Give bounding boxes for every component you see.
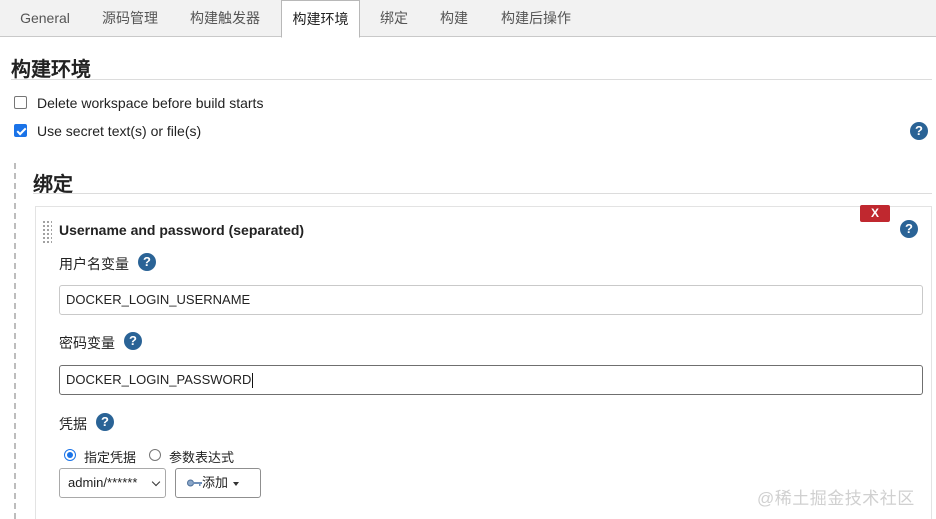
chevron-down-icon (151, 477, 161, 487)
password-variable-label: 密码变量 (59, 335, 115, 351)
use-secret-checkbox[interactable] (14, 124, 27, 137)
delete-workspace-label: Delete workspace before build starts (37, 95, 264, 111)
tab-general[interactable]: General (8, 0, 82, 37)
credential-select[interactable]: admin/****** (59, 468, 166, 498)
key-icon (187, 479, 202, 487)
radio-specific-credentials-label: 指定凭据 (84, 450, 137, 465)
tab-build-environment[interactable]: 构建环境 (281, 0, 360, 38)
help-icon-use-secret[interactable]: ? (910, 122, 928, 140)
tab-build[interactable]: 构建 (427, 0, 481, 37)
help-icon-binding[interactable]: ? (900, 220, 918, 238)
tab-bindings[interactable]: 绑定 (367, 0, 421, 37)
add-credential-button[interactable]: 添加 (175, 468, 261, 498)
watermark: @稀土掘金技术社区 (757, 489, 915, 508)
binding-item-title: Username and password (separated) (59, 222, 305, 238)
credential-select-value: admin/****** (68, 475, 138, 490)
tab-bar: General 源码管理 构建触发器 构建环境 绑定 构建 构建后操作 (0, 0, 936, 38)
credentials-label: 凭据 (59, 416, 87, 432)
section-divider (11, 79, 932, 80)
radio-parameter-expression-label: 参数表达式 (169, 450, 235, 465)
password-variable-input[interactable]: DOCKER_LOGIN_PASSWORD (59, 365, 923, 395)
password-variable-value: DOCKER_LOGIN_PASSWORD (66, 372, 252, 387)
delete-binding-button[interactable]: X (860, 205, 890, 222)
username-variable-value: DOCKER_LOGIN_USERNAME (66, 292, 251, 307)
tab-post-build-actions[interactable]: 构建后操作 (488, 0, 584, 37)
binding-item-panel (35, 206, 932, 519)
username-variable-input[interactable]: DOCKER_LOGIN_USERNAME (59, 285, 923, 315)
section-title-build-environment: 构建环境 (11, 59, 91, 81)
help-icon-password-variable[interactable]: ? (124, 332, 142, 350)
nested-block-indent (14, 163, 16, 519)
tab-build-triggers[interactable]: 构建触发器 (177, 0, 273, 37)
caret-down-icon (233, 482, 239, 486)
use-secret-label: Use secret text(s) or file(s) (37, 123, 202, 139)
add-credential-button-label: 添加 (202, 475, 229, 490)
drag-handle-icon[interactable] (42, 220, 52, 244)
section-divider (33, 193, 932, 194)
radio-specific-credentials[interactable] (64, 449, 76, 461)
text-caret (252, 373, 254, 389)
delete-workspace-checkbox[interactable] (14, 96, 27, 109)
help-icon-credentials[interactable]: ? (96, 413, 114, 431)
tab-source-code-management[interactable]: 源码管理 (90, 0, 170, 37)
help-icon-username-variable[interactable]: ? (138, 253, 156, 271)
username-variable-label: 用户名变量 (59, 256, 129, 272)
radio-parameter-expression[interactable] (149, 449, 161, 461)
